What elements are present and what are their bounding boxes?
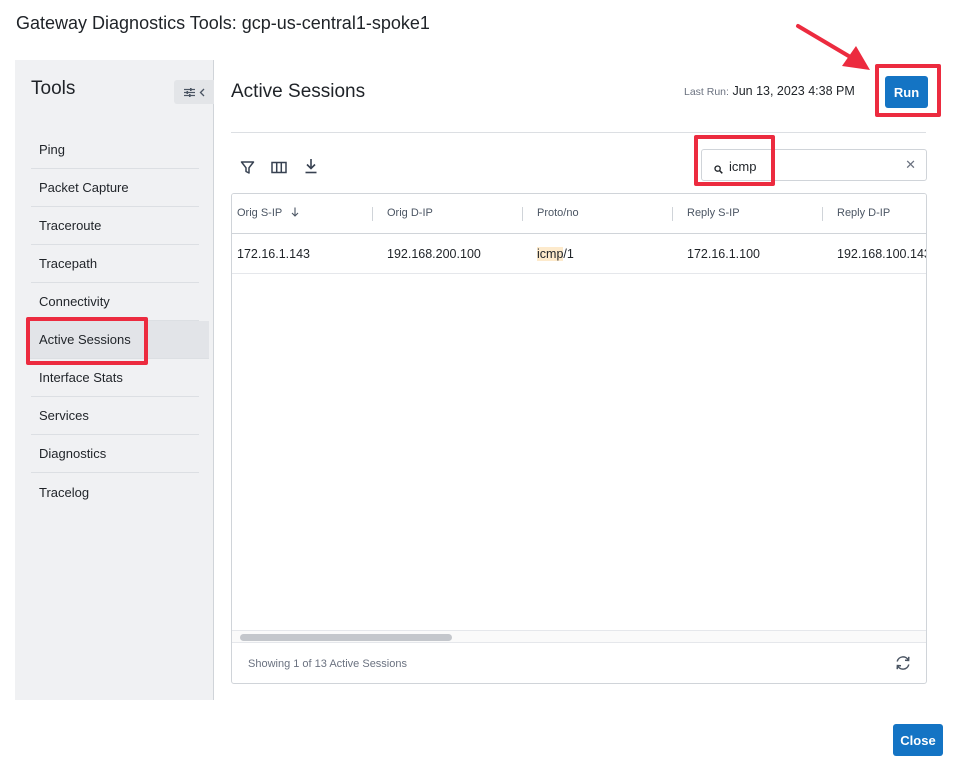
dialog-title: Gateway Diagnostics Tools: gcp-us-centra…: [16, 13, 430, 33]
cell-orig-dip: 192.168.200.100: [387, 247, 481, 261]
table-header: Orig S-IP Orig D-IP Proto/no Reply S-IP …: [232, 194, 926, 234]
row-count-text: Showing 1 of 13 Active Sessions: [248, 658, 407, 670]
sidebar-item-packet-capture[interactable]: Packet Capture: [31, 169, 199, 207]
collapse-sidebar-button[interactable]: [174, 80, 214, 104]
tools-nav-list: Ping Packet Capture Traceroute Tracepath…: [26, 131, 209, 511]
cell-proto: icmp/1: [537, 247, 574, 261]
sidebar-item-tracelog[interactable]: Tracelog: [31, 473, 199, 511]
column-header-reply-sip[interactable]: Reply S-IP: [687, 207, 740, 219]
sort-arrow-icon: [291, 207, 299, 220]
tools-sidebar: Tools Ping Packet Capture Traceroute Tra…: [15, 60, 214, 700]
sessions-table: Orig S-IP Orig D-IP Proto/no Reply S-IP …: [231, 193, 927, 684]
last-run-value: Jun 13, 2023 4:38 PM: [732, 84, 855, 98]
cell-orig-sip: 172.16.1.143: [237, 247, 310, 261]
column-header-orig-dip[interactable]: Orig D-IP: [387, 207, 433, 219]
download-icon[interactable]: [302, 157, 320, 175]
search-box: ✕: [701, 149, 927, 181]
last-run-label: Last Run:: [684, 86, 729, 98]
filter-icon[interactable]: [238, 158, 256, 176]
cell-reply-dip: 192.168.100.143: [837, 247, 927, 261]
sidebar-item-services[interactable]: Services: [31, 397, 199, 435]
column-separator[interactable]: [822, 207, 823, 221]
search-input[interactable]: [729, 156, 899, 176]
chevron-left-icon: [199, 88, 205, 97]
close-button[interactable]: Close: [893, 724, 943, 756]
columns-icon[interactable]: [270, 158, 288, 176]
search-icon: [714, 161, 723, 179]
annotation-arrow-icon: [796, 24, 870, 70]
column-separator[interactable]: [522, 207, 523, 221]
sidebar-item-active-sessions[interactable]: Active Sessions: [26, 321, 209, 359]
sliders-icon: [183, 87, 195, 97]
sidebar-item-interface-stats[interactable]: Interface Stats: [31, 359, 199, 397]
sidebar-item-traceroute[interactable]: Traceroute: [31, 207, 199, 245]
cell-reply-sip: 172.16.1.100: [687, 247, 760, 261]
last-run-info: Last Run: Jun 13, 2023 4:38 PM: [684, 84, 855, 98]
table-footer: Showing 1 of 13 Active Sessions: [232, 642, 926, 683]
sidebar-item-connectivity[interactable]: Connectivity: [31, 283, 199, 321]
search-match-highlight: icmp: [537, 247, 564, 261]
page-title: Active Sessions: [231, 81, 366, 102]
refresh-icon[interactable]: [894, 655, 912, 676]
column-header-reply-dip[interactable]: Reply D-IP: [837, 207, 890, 219]
horizontal-scrollbar[interactable]: [232, 630, 926, 642]
table-row[interactable]: 172.16.1.143 192.168.200.100 icmp/1 172.…: [232, 234, 927, 274]
sidebar-title: Tools: [31, 78, 76, 99]
column-header-orig-sip[interactable]: Orig S-IP: [237, 207, 299, 220]
column-separator[interactable]: [372, 207, 373, 221]
column-header-proto[interactable]: Proto/no: [537, 207, 579, 219]
sidebar-item-ping[interactable]: Ping: [31, 131, 199, 169]
run-button[interactable]: Run: [885, 76, 928, 108]
header-divider: [231, 132, 926, 133]
cell-proto-rest: /1: [563, 247, 574, 261]
sidebar-item-diagnostics[interactable]: Diagnostics: [31, 435, 199, 473]
sidebar-item-tracepath[interactable]: Tracepath: [31, 245, 199, 283]
clear-search-icon[interactable]: ✕: [905, 157, 916, 173]
scrollbar-thumb[interactable]: [240, 634, 452, 641]
column-separator[interactable]: [672, 207, 673, 221]
